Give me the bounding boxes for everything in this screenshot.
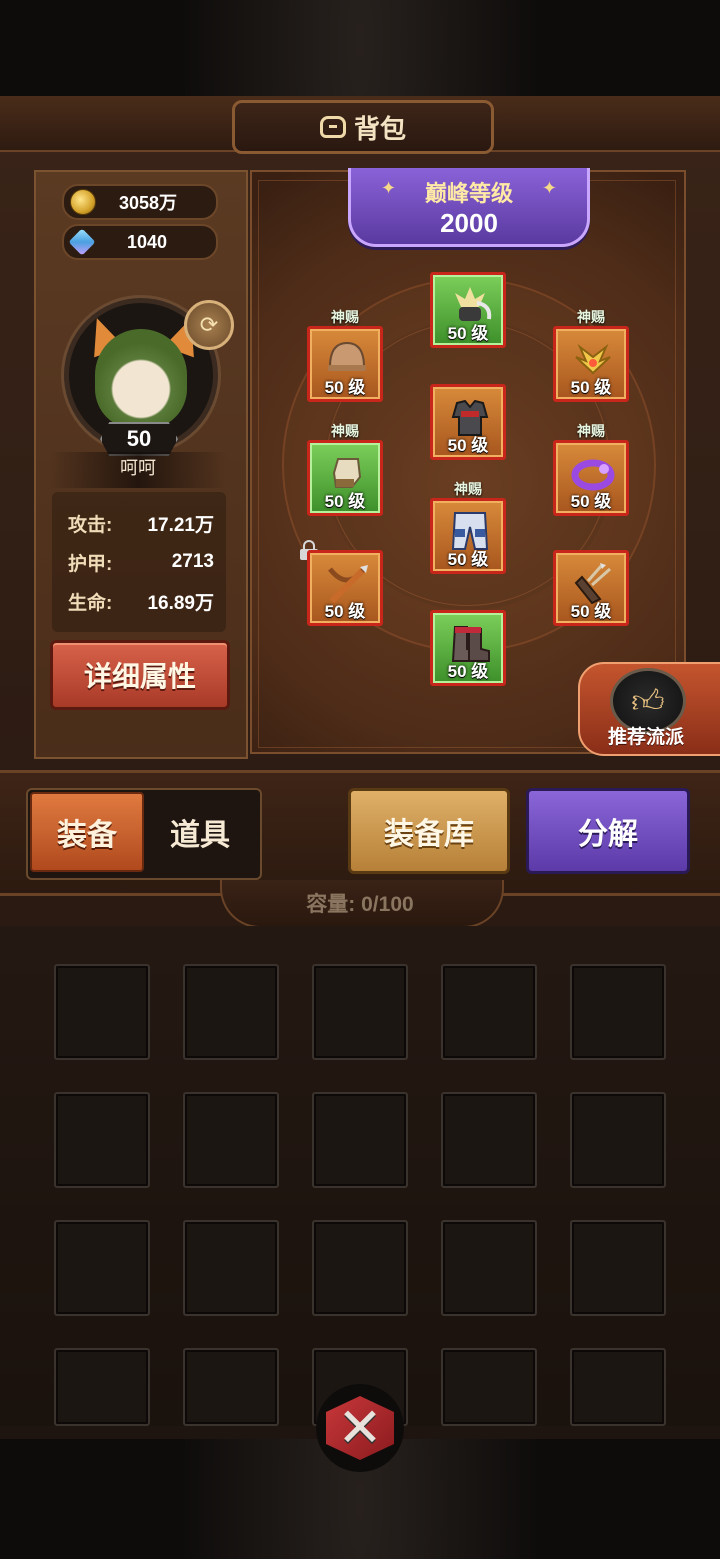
inventory-cell[interactable] [570,1348,666,1426]
inventory-cell[interactable] [441,1220,537,1316]
gold-display: 3058万 [62,184,218,220]
inventory-cell[interactable] [54,1092,150,1188]
gift-label: 神赐 [331,423,359,439]
slot-level: 50 级 [324,492,366,511]
boots-icon [451,626,490,662]
recommend-build-label: 推荐流派 [607,727,684,748]
equip-slot-armor[interactable]: 50 级 [430,384,506,460]
quiver-icon [574,563,611,605]
stat-attack: 攻击: 17.21万 [68,506,214,540]
stat-label: 护甲: [68,553,113,575]
slot-level: 50 级 [324,602,366,621]
ring-icon [571,459,615,491]
slot-level: 50 级 [447,550,489,569]
inventory-grid [0,926,720,1426]
player-name: 呵呵 [50,452,226,488]
star-icon: ✦ [381,178,397,199]
stat-value: 2713 [171,551,214,572]
gift-label: 神赐 [331,309,359,325]
gift-label: 神赐 [577,423,605,439]
equip-slot-helmet-top[interactable]: 50 级 [430,272,506,348]
horned-helmet-icon [455,287,492,321]
refresh-avatar-button[interactable]: ⟳ [184,300,234,350]
equip-slot-gloves[interactable]: 神赐 50 级 [307,423,383,516]
slot-level: 50 级 [570,602,612,621]
armor-icon [451,399,489,436]
refresh-icon: ⟳ [199,312,219,338]
tab-items[interactable]: 道具 [144,792,256,872]
bag-icon [319,116,346,138]
inventory-cell[interactable] [183,1220,279,1316]
inventory-cell[interactable] [441,1092,537,1188]
close-icon: ✕ [337,1396,383,1459]
inventory-cell[interactable] [312,1092,408,1188]
tab-equipment[interactable]: 装备 [30,792,144,872]
gift-label: 神赐 [577,309,605,325]
stats-box: 攻击: 17.21万 护甲: 2713 生命: 16.89万 [52,492,226,632]
inventory-cell[interactable] [54,964,150,1060]
slot-level: 50 级 [447,662,489,681]
stat-label: 攻击: [68,514,113,536]
slot-level: 50 级 [447,324,489,343]
equip-slot-helmet[interactable]: 神赐 50 级 [307,309,383,402]
equip-slot-crossbow[interactable]: 50 级 [307,550,383,626]
equip-slot-ring[interactable]: 神赐 50 级 [553,423,629,516]
stat-label: 生命: [68,592,113,614]
avatar-face [95,329,187,429]
slot-level: 50 级 [570,378,612,397]
gold-value: 3058万 [118,193,178,213]
slot-level: 50 级 [447,436,489,455]
stat-armor: 护甲: 2713 [68,545,214,579]
inventory-cell[interactable] [570,1092,666,1188]
inventory-cell[interactable] [570,1220,666,1316]
crossbow-icon [328,565,368,604]
equip-slot-pants[interactable]: 神赐 50 级 [430,481,506,574]
inventory-cell[interactable] [570,964,666,1060]
equip-slot-quiver[interactable]: 50 级 [553,550,629,626]
slot-level: 50 级 [570,492,612,511]
inventory-cell[interactable] [441,1348,537,1426]
gem-value: 1040 [126,231,168,252]
inventory-cell[interactable] [54,1220,150,1316]
inventory-cell[interactable] [183,964,279,1060]
page-title: 背包 [353,113,406,144]
peak-level-value: 2000 [440,208,498,238]
helmet-icon [328,341,366,371]
gem-display: 1040 [62,224,218,260]
inventory-cell[interactable] [312,1220,408,1316]
inventory-cell[interactable] [441,964,537,1060]
stat-value: 16.89万 [147,592,214,614]
decompose-button[interactable]: 分解 [526,788,690,874]
star-icon: ✦ [541,178,557,199]
capacity-label: 容量: 0/100 [306,893,414,916]
coin-icon [70,189,96,215]
stat-hp: 生命: 16.89万 [68,584,214,618]
equip-slot-boots[interactable]: 50 级 [430,610,506,686]
player-level-badge: 50 [100,422,178,456]
gem-icon [68,228,96,256]
peak-level-banner[interactable]: ✦ ✦ 巅峰等级 2000 [348,168,590,247]
equipment-library-button[interactable]: 装备库 [348,788,510,874]
inventory-cell[interactable] [312,964,408,1060]
equip-slot-amulet[interactable]: 神赐 50 级 [553,309,629,402]
gauntlet-icon [332,458,362,488]
gift-label: 神赐 [454,481,482,497]
stat-value: 17.21万 [147,514,214,536]
pants-icon [451,512,489,550]
detail-attributes-button[interactable]: 详细属性 [50,640,230,710]
title-plate: 背包 [232,100,494,154]
inventory-cell[interactable] [54,1348,150,1426]
inventory-cell[interactable] [183,1348,279,1426]
winged-amulet-icon [575,343,611,375]
slot-level: 50 级 [324,378,366,397]
inventory-cell[interactable] [183,1092,279,1188]
